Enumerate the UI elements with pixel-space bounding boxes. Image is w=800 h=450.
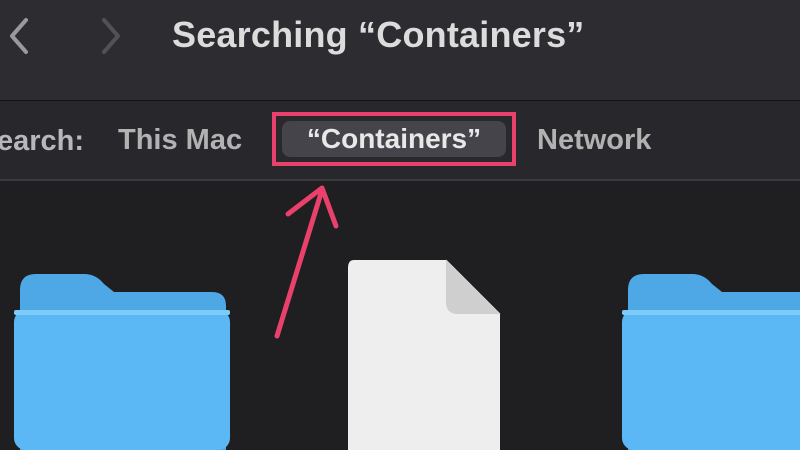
- scope-network[interactable]: Network: [537, 121, 651, 159]
- scope-containers-highlight: “Containers”: [272, 112, 516, 166]
- folder-item[interactable]: [620, 270, 800, 450]
- chevron-right-icon: [102, 18, 120, 54]
- chevron-left-icon: [10, 18, 28, 54]
- scope-containers[interactable]: “Containers”: [282, 121, 506, 157]
- document-item[interactable]: [344, 256, 504, 450]
- search-scope-label: earch:: [0, 125, 85, 157]
- folder-item[interactable]: [12, 270, 230, 450]
- scope-this-mac[interactable]: This Mac: [118, 121, 242, 159]
- title-bar: Searching “Containers”: [0, 0, 800, 100]
- folder-icon: [14, 274, 230, 450]
- folder-icon: [622, 274, 800, 450]
- window-title: Searching “Containers”: [172, 14, 585, 55]
- forward-button[interactable]: [96, 16, 126, 56]
- back-button[interactable]: [4, 16, 34, 56]
- finder-window: Searching “Containers” earch: This Mac N…: [0, 0, 800, 450]
- document-icon: [348, 259, 501, 450]
